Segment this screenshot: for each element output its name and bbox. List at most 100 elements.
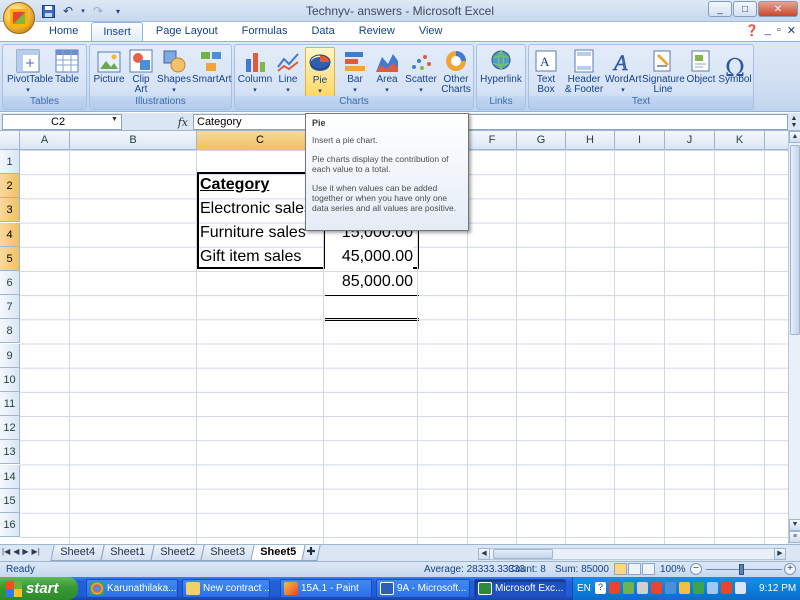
minimize-button[interactable]: _	[708, 1, 732, 17]
help-tray-icon[interactable]: ?	[595, 582, 606, 594]
symbol-button[interactable]: Ω Symbol	[717, 47, 753, 85]
scatter-chart-button[interactable]: Scatter ▾	[403, 47, 439, 96]
start-button[interactable]: start	[0, 577, 78, 600]
restore-button[interactable]: □	[733, 1, 757, 17]
task-folder[interactable]: New contract ...	[182, 579, 270, 598]
insert-function-icon[interactable]: fx	[126, 114, 192, 130]
row-header-7[interactable]: 7	[0, 295, 20, 320]
task-paint[interactable]: 15A.1 - Paint	[280, 579, 372, 598]
pie-chart-button[interactable]: Pie ▾	[305, 47, 335, 97]
column-header-j[interactable]: J	[665, 131, 715, 150]
tab-view[interactable]: View	[408, 22, 454, 42]
tab-review[interactable]: Review	[348, 22, 406, 42]
row-header-9[interactable]: 9	[0, 343, 20, 368]
network-icon[interactable]	[693, 582, 704, 594]
cell-c5[interactable]: Gift item sales	[200, 245, 301, 269]
expand-formula-bar-icon[interactable]: ▲ ▼	[789, 115, 799, 129]
clock[interactable]: 9:12 PM	[759, 583, 796, 594]
security-icon[interactable]	[721, 582, 732, 594]
column-header-h[interactable]: H	[566, 131, 615, 150]
minimize-ribbon-icon[interactable]: _	[765, 24, 771, 37]
table-button[interactable]: Table	[51, 47, 83, 85]
page-layout-view-icon[interactable]	[628, 563, 641, 575]
sheet-tab-sheet2[interactable]: Sheet2	[150, 545, 205, 561]
row-header-2[interactable]: 2	[0, 174, 20, 199]
scroll-up-icon[interactable]: ▲	[789, 131, 800, 143]
scroll-left-icon[interactable]: ◀	[478, 548, 490, 560]
picture-button[interactable]: Picture	[92, 47, 126, 85]
select-all-corner[interactable]	[0, 131, 20, 150]
zoom-out-icon[interactable]: −	[690, 563, 702, 575]
bar-chart-button[interactable]: Bar ▾	[339, 47, 371, 96]
row-header-1[interactable]: 1	[0, 150, 20, 174]
restore-workbook-icon[interactable]: ▫	[777, 24, 781, 37]
zoom-slider-thumb[interactable]	[739, 564, 744, 575]
office-button[interactable]	[3, 2, 35, 34]
zoom-slider-track[interactable]	[706, 569, 782, 570]
row-header-4[interactable]: 4	[0, 222, 20, 247]
volume-icon[interactable]	[707, 582, 718, 594]
column-header-a[interactable]: A	[20, 131, 70, 150]
scroll-right-icon[interactable]: ▶	[774, 548, 786, 560]
zoom-level[interactable]: 100%	[660, 564, 686, 575]
tab-page-layout[interactable]: Page Layout	[145, 22, 229, 42]
row-header-5[interactable]: 5	[0, 246, 20, 271]
tray-app-icon[interactable]	[609, 582, 620, 594]
column-chart-button[interactable]: Column ▾	[237, 47, 273, 96]
name-box-dropdown-icon[interactable]: ▼	[111, 116, 118, 123]
scroll-down-icon[interactable]: ▼	[789, 519, 800, 531]
column-header-k[interactable]: K	[715, 131, 765, 150]
clipart-button[interactable]: Clip Art	[126, 47, 156, 95]
cell-d6[interactable]: 85,000.00	[325, 270, 413, 294]
tab-home[interactable]: Home	[38, 22, 89, 42]
next-sheet-icon[interactable]: ▶	[22, 547, 28, 556]
scroll-split-icon[interactable]: ≡	[789, 531, 800, 543]
cell-c4[interactable]: Furniture sales	[200, 221, 306, 245]
sheet-tab-sheet4[interactable]: Sheet4	[50, 545, 105, 561]
column-header-b[interactable]: B	[70, 131, 197, 150]
sheet-tab-sheet1[interactable]: Sheet1	[100, 545, 155, 561]
hyperlink-button[interactable]: Hyperlink	[478, 47, 524, 85]
cell-d5[interactable]: 45,000.00	[325, 245, 413, 269]
row-header-3[interactable]: 3	[0, 198, 20, 223]
line-chart-button[interactable]: Line ▾	[273, 47, 303, 96]
signature-line-button[interactable]: Signature Line	[641, 47, 685, 95]
row-header-16[interactable]: 16	[0, 513, 20, 537]
cell-c2[interactable]: Category	[200, 173, 269, 197]
row-header-15[interactable]: 15	[0, 488, 20, 513]
column-header-f[interactable]: F	[468, 131, 517, 150]
language-indicator[interactable]: EN	[577, 583, 591, 594]
tab-insert[interactable]: Insert	[91, 22, 143, 42]
object-button[interactable]: Object	[685, 47, 717, 85]
tray-app-icon[interactable]	[651, 582, 662, 594]
cell-c3[interactable]: Electronic sales	[200, 197, 312, 221]
row-header-8[interactable]: 8	[0, 319, 20, 344]
tab-data[interactable]: Data	[300, 22, 345, 42]
row-header-12[interactable]: 12	[0, 416, 20, 441]
last-sheet-icon[interactable]: ▶|	[32, 547, 40, 556]
vertical-scroll-thumb[interactable]	[790, 145, 800, 335]
vertical-scrollbar[interactable]: ▲ ▼ ≡	[788, 131, 800, 544]
smartart-button[interactable]: SmartArt	[192, 47, 231, 85]
row-header-10[interactable]: 10	[0, 367, 20, 392]
close-button[interactable]: ✕	[758, 1, 798, 17]
header-footer-button[interactable]: Header & Footer	[563, 47, 605, 95]
column-header-g[interactable]: G	[517, 131, 566, 150]
row-header-14[interactable]: 14	[0, 464, 20, 489]
close-workbook-icon[interactable]: ✕	[787, 24, 796, 37]
shapes-button[interactable]: Shapes ▾	[156, 47, 192, 96]
task-excel[interactable]: Microsoft Exc...	[474, 579, 566, 598]
insert-sheet-icon[interactable]: ✚	[300, 545, 321, 561]
help-icon[interactable]: ❓	[745, 24, 759, 37]
textbox-button[interactable]: A Text Box	[531, 47, 561, 95]
column-header-i[interactable]: I	[615, 131, 665, 150]
sheet-tab-sheet5[interactable]: Sheet5	[249, 545, 306, 561]
row-header-13[interactable]: 13	[0, 440, 20, 465]
task-word[interactable]: 9A - Microsoft...	[376, 579, 470, 598]
page-break-view-icon[interactable]	[642, 563, 655, 575]
wordart-button[interactable]: A WordArt ▾	[605, 47, 642, 96]
normal-view-icon[interactable]	[614, 563, 627, 575]
prev-sheet-icon[interactable]: ◀	[13, 547, 19, 556]
sheet-tab-sheet3[interactable]: Sheet3	[199, 545, 255, 561]
horizontal-scroll-thumb[interactable]	[493, 549, 553, 559]
